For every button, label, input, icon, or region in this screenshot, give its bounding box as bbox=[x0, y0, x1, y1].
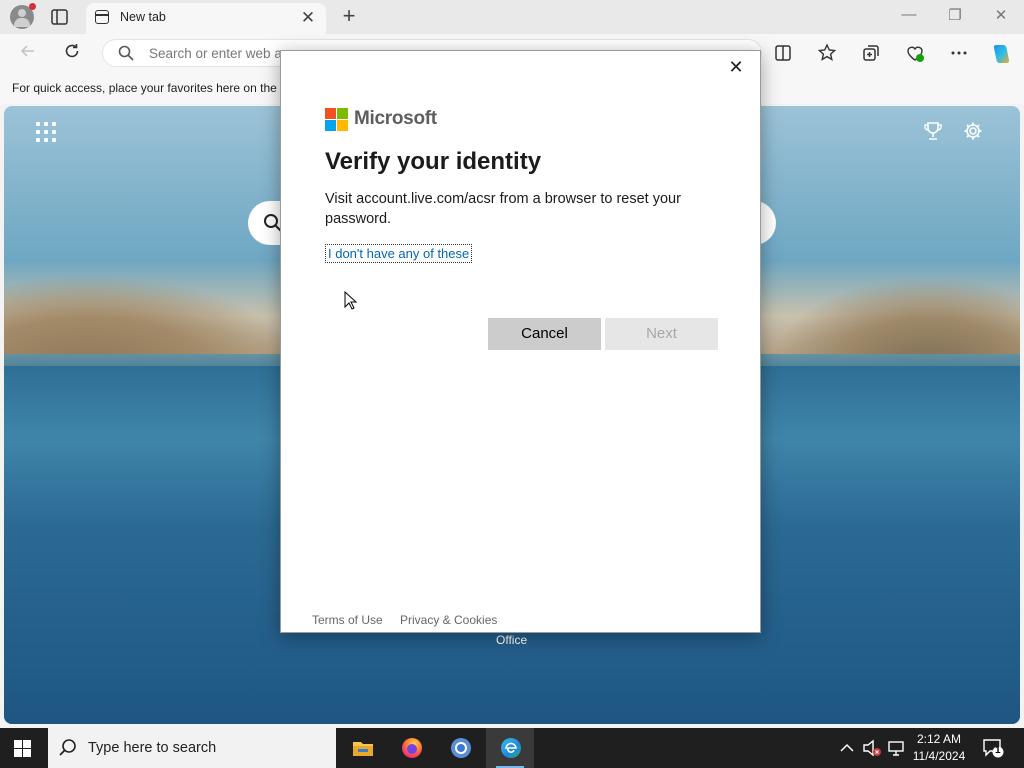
search-icon bbox=[118, 45, 134, 61]
brand-name: Microsoft bbox=[354, 108, 437, 129]
taskbar-search-icon bbox=[59, 739, 76, 756]
chevron-up-icon[interactable] bbox=[838, 738, 856, 758]
system-clock[interactable]: 2:12 AM 11/4/2024 bbox=[904, 731, 974, 765]
refresh-button[interactable] bbox=[60, 42, 84, 64]
network-icon[interactable] bbox=[886, 738, 906, 758]
tab-actions-icon[interactable] bbox=[50, 7, 70, 27]
no-verification-options-link[interactable]: I don't have any of these bbox=[325, 244, 473, 263]
chrome-icon bbox=[451, 738, 471, 758]
rewards-trophy-icon[interactable] bbox=[922, 120, 944, 142]
terms-of-use-link[interactable]: Terms of Use bbox=[312, 613, 383, 627]
back-button[interactable] bbox=[16, 42, 40, 64]
firefox-icon bbox=[402, 738, 422, 758]
favorites-hint-text: For quick access, place your favorites h… bbox=[12, 81, 277, 95]
window-close-button[interactable]: ✕ bbox=[986, 6, 1016, 24]
new-tab-button[interactable]: + bbox=[338, 4, 360, 28]
firefox-taskbar-button[interactable] bbox=[387, 728, 435, 768]
restore-button[interactable]: ❐ bbox=[940, 6, 970, 24]
new-tab-page-icon bbox=[95, 10, 109, 24]
volume-muted-icon[interactable] bbox=[862, 738, 882, 758]
app-launcher-icon[interactable] bbox=[36, 122, 56, 142]
edge-taskbar-button[interactable] bbox=[486, 728, 534, 768]
folder-icon bbox=[353, 742, 373, 756]
clock-date: 11/4/2024 bbox=[912, 749, 966, 763]
dialog-close-button[interactable]: ✕ bbox=[726, 57, 746, 78]
collections-icon[interactable] bbox=[860, 42, 882, 64]
notification-center-icon[interactable]: 1 bbox=[982, 738, 1004, 758]
tab-close-button[interactable]: ✕ bbox=[298, 8, 318, 28]
taskbar-search-placeholder: Type here to search bbox=[88, 740, 217, 756]
chrome-taskbar-button[interactable] bbox=[436, 728, 484, 768]
dialog-message: Visit account.live.com/acsr from a brows… bbox=[325, 191, 681, 227]
more-options-icon[interactable] bbox=[948, 42, 970, 64]
taskbar-search-box[interactable]: Type here to search bbox=[48, 728, 336, 768]
back-arrow-icon bbox=[20, 45, 34, 57]
split-screen-icon[interactable] bbox=[772, 42, 794, 64]
page-settings-gear-icon[interactable] bbox=[962, 120, 984, 142]
file-explorer-taskbar-button[interactable] bbox=[338, 728, 386, 768]
profile-avatar-icon[interactable] bbox=[10, 3, 36, 29]
browser-essentials-icon[interactable] bbox=[904, 42, 926, 64]
edge-icon bbox=[501, 738, 521, 758]
microsoft-logo-icon bbox=[325, 108, 349, 132]
mouse-cursor-icon bbox=[344, 291, 358, 310]
verify-identity-dialog: ✕ Microsoft Verify your identity Visit a… bbox=[280, 50, 761, 633]
cancel-button[interactable]: Cancel bbox=[488, 318, 601, 350]
browser-title-bar: New tab ✕ + — ❐ ✕ bbox=[0, 0, 1024, 34]
copilot-icon[interactable] bbox=[990, 42, 1012, 64]
office-shortcut-label[interactable]: Office bbox=[496, 633, 527, 647]
dialog-title: Verify your identity bbox=[325, 148, 542, 175]
minimize-button[interactable]: — bbox=[894, 6, 924, 23]
favorites-star-icon[interactable] bbox=[816, 42, 838, 64]
privacy-cookies-link[interactable]: Privacy & Cookies bbox=[400, 613, 497, 627]
windows-start-icon[interactable] bbox=[14, 740, 32, 758]
next-button[interactable]: Next bbox=[605, 318, 718, 350]
tab-title: New tab bbox=[120, 10, 166, 24]
address-placeholder: Search or enter web a bbox=[149, 46, 282, 61]
tab-new-tab[interactable]: New tab ✕ bbox=[86, 3, 326, 34]
taskbar: Type here to search 2:12 AM 11/4/2024 1 bbox=[0, 728, 1024, 768]
notification-count-badge: 1 bbox=[995, 745, 1001, 756]
refresh-icon bbox=[65, 44, 79, 58]
clock-time: 2:12 AM bbox=[916, 732, 962, 746]
